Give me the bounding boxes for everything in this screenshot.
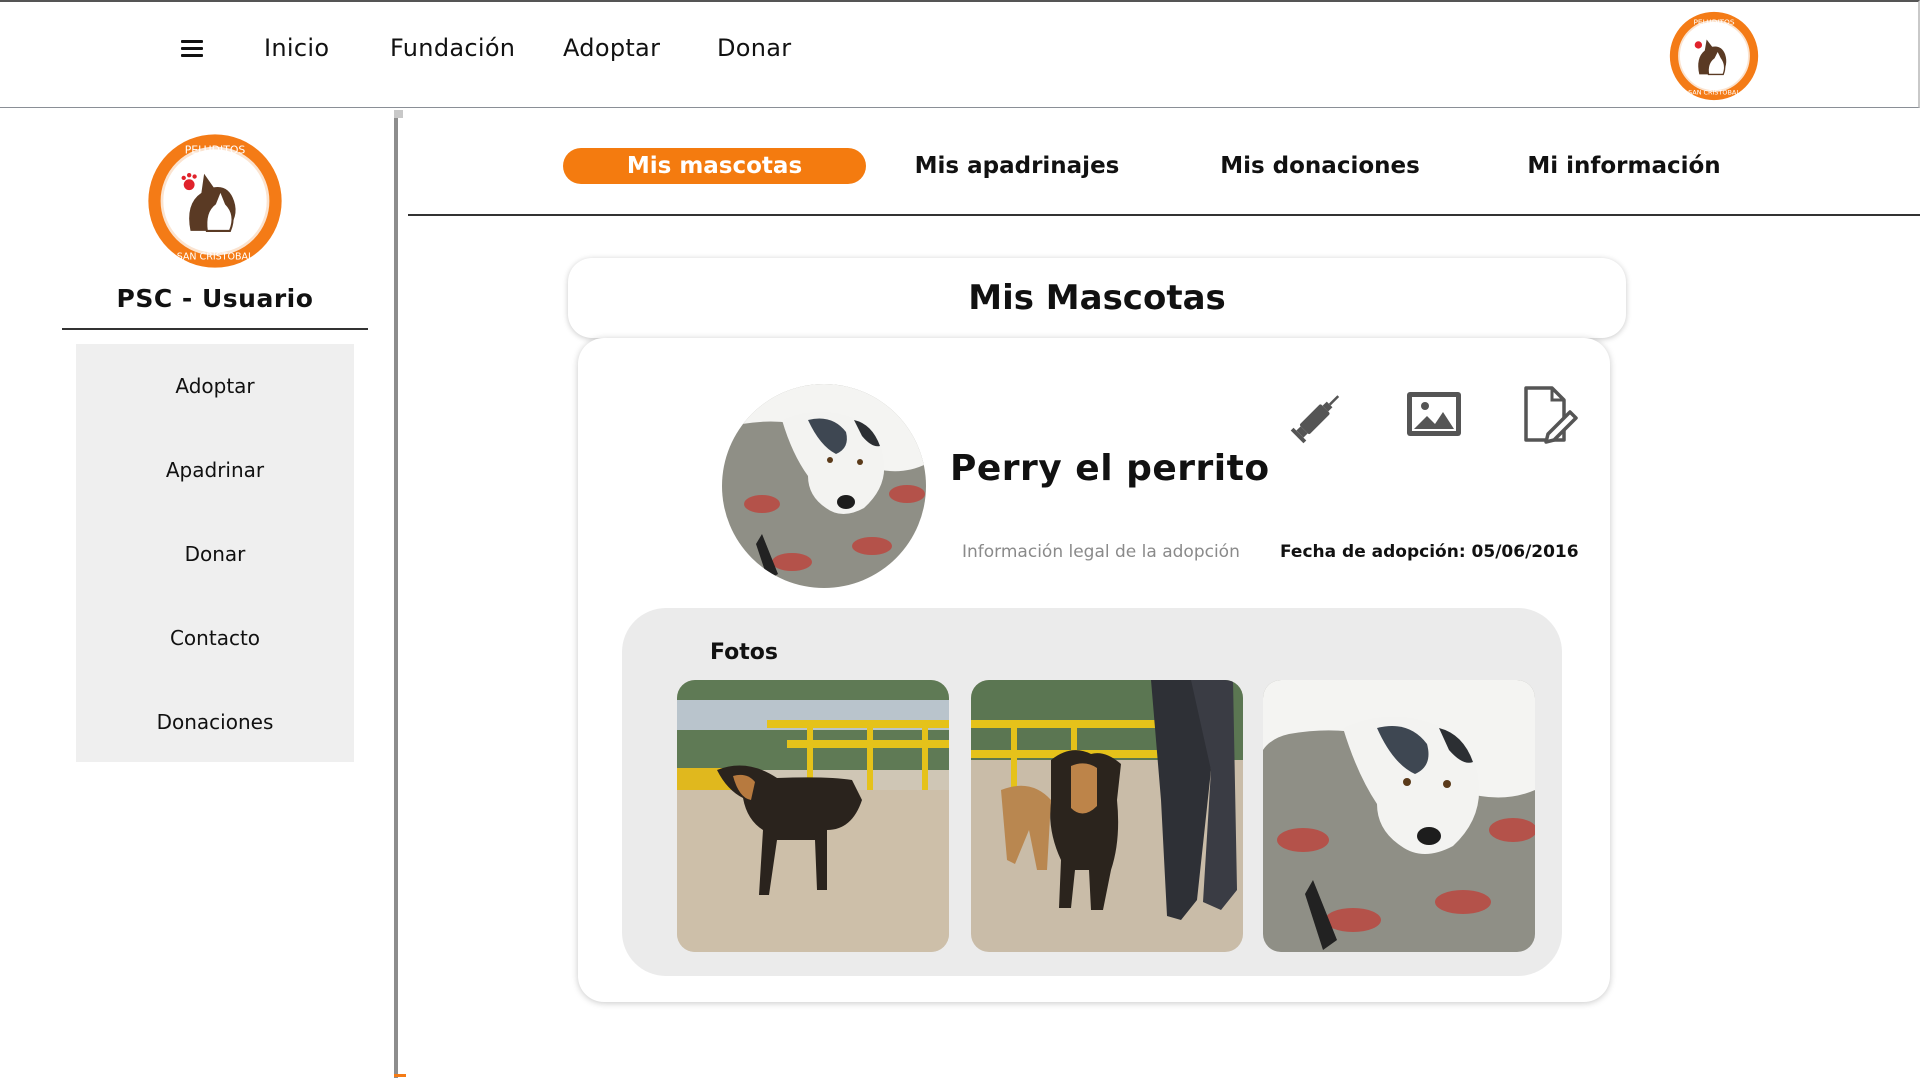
nav-link-fundacion[interactable]: Fundación	[390, 34, 515, 62]
pet-photo-3[interactable]	[1263, 680, 1535, 952]
pet-photo-1[interactable]	[677, 680, 949, 952]
logo-text-bottom: SAN CRISTOBAL	[1688, 89, 1740, 97]
hamburger-menu-icon[interactable]	[181, 38, 203, 58]
tab-mis-mascotas[interactable]: Mis mascotas	[563, 148, 866, 184]
tab-mis-apadrinajes[interactable]: Mis apadrinajes	[870, 148, 1164, 184]
sidebar-item-donaciones[interactable]: Donaciones	[76, 710, 354, 734]
page-title: Mis Mascotas	[568, 258, 1626, 338]
image-icon[interactable]	[1403, 384, 1465, 446]
sidebar-item-contacto[interactable]: Contacto	[76, 626, 354, 650]
nav-link-inicio[interactable]: Inicio	[264, 34, 329, 62]
sidebar-title-divider	[62, 328, 368, 330]
edit-document-icon[interactable]	[1518, 384, 1580, 446]
syringe-icon[interactable]	[1288, 384, 1350, 446]
logo-text-top: PELUDITOS	[185, 143, 246, 156]
tab-mi-informacion[interactable]: Mi información	[1476, 148, 1772, 184]
pet-photo-2[interactable]	[971, 680, 1243, 952]
sidebar-divider	[394, 110, 398, 1078]
sidebar-item-apadrinar[interactable]: Apadrinar	[76, 458, 354, 482]
legal-info-link[interactable]: Información legal de la adopción	[962, 542, 1240, 562]
photos-label: Fotos	[710, 640, 778, 665]
sidebar-user-title: PSC - Usuario	[116, 284, 314, 313]
sidebar-menu: Adoptar Apadrinar Donar Contacto Donacio…	[76, 344, 354, 762]
adoption-date-label: Fecha de adopción:	[1280, 542, 1466, 562]
sidebar-logo[interactable]: PELUDITOS SAN CRISTOBAL	[147, 133, 283, 269]
tabs-divider	[408, 214, 1920, 216]
tab-mis-donaciones[interactable]: Mis donaciones	[1170, 148, 1470, 184]
sidebar-accent	[394, 1074, 406, 1077]
sidebar-divider-cap	[394, 110, 403, 118]
sidebar-item-adoptar[interactable]: Adoptar	[76, 374, 354, 398]
top-navbar: Inicio Fundación Adoptar Donar PELUDITOS…	[0, 0, 1920, 108]
logo-text-top: PELUDITOS	[1693, 18, 1734, 27]
nav-link-adoptar[interactable]: Adoptar	[563, 34, 660, 62]
nav-link-donar[interactable]: Donar	[717, 34, 791, 62]
logo-text-bottom: SAN CRISTOBAL	[177, 251, 254, 262]
adoption-date-value: 05/06/2016	[1471, 542, 1579, 562]
adoption-date: Fecha de adopción: 05/06/2016	[1280, 542, 1579, 562]
brand-logo[interactable]: PELUDITOS SAN CRISTOBAL	[1668, 10, 1760, 102]
pet-name: Perry el perrito	[950, 448, 1270, 489]
sidebar-item-donar[interactable]: Donar	[76, 542, 354, 566]
pet-avatar[interactable]	[722, 384, 926, 588]
